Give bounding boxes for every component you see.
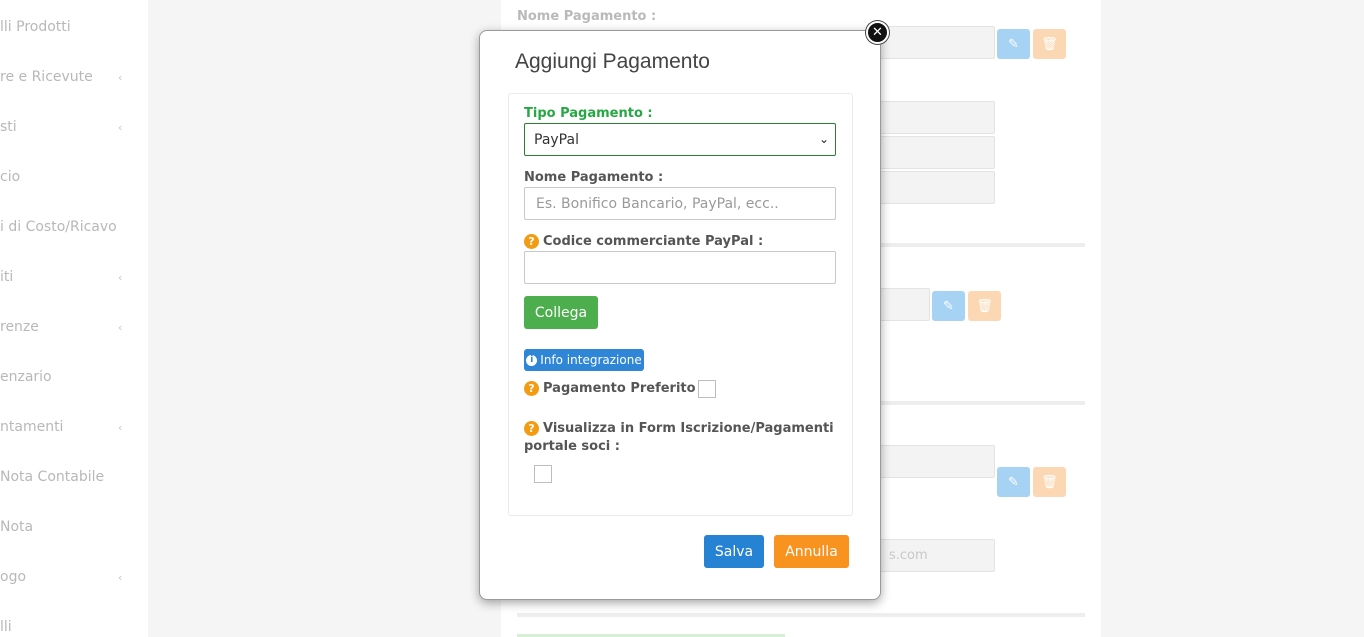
sidebar-item-prodotti[interactable]: lli Prodotti (0, 2, 148, 52)
sidebar-item-label: Nota Contabile (0, 469, 105, 485)
sidebar-item-nota-contabile[interactable]: Nota Contabile (0, 452, 148, 502)
edit-button[interactable]: ✎ (932, 291, 965, 321)
save-button[interactable]: Salva (704, 535, 764, 568)
pagamento-preferito-label: ? Pagamento Preferito : (524, 381, 705, 396)
divider (517, 613, 1085, 617)
codice-commerciante-input[interactable] (524, 251, 836, 284)
sidebar-item-nota[interactable]: Nota (0, 502, 148, 552)
pagamento-preferito-text: Pagamento Preferito : (543, 381, 706, 396)
sidebar-item-label: iti (0, 269, 14, 285)
sidebar-item-label: re e Ricevute (0, 69, 93, 85)
sidebar-item-bilancio[interactable]: cio (0, 152, 148, 202)
chevron-left-icon: ‹ (118, 320, 123, 334)
bg-input[interactable] (880, 445, 995, 478)
pagamento-preferito-checkbox[interactable] (698, 380, 716, 398)
info-icon: i (526, 354, 538, 366)
close-button[interactable]: ✕ (866, 21, 889, 44)
trash-icon: 🗑 (1041, 36, 1058, 52)
delete-button[interactable]: 🗑 (968, 291, 1001, 321)
question-icon[interactable]: ? (524, 234, 539, 249)
chevron-left-icon: ‹ (118, 120, 123, 134)
nome-pagamento-input[interactable]: Es. Bonifico Bancario, PayPal, ecc.. (524, 187, 836, 220)
sidebar-item-conferenze[interactable]: renze ‹ (0, 302, 148, 352)
question-icon[interactable]: ? (524, 421, 539, 436)
edit-button[interactable]: ✎ (997, 467, 1030, 497)
sidebar-item-label: sti (0, 119, 17, 135)
close-icon: ✕ (872, 25, 883, 40)
cancel-button[interactable]: Annulla (774, 535, 849, 568)
visualizza-form-text-line1: Visualizza in Form Iscrizione/Pagamenti (543, 421, 834, 436)
pencil-icon: ✎ (1008, 36, 1019, 52)
sidebar-item-catalogo[interactable]: ogo ‹ (0, 552, 148, 602)
bg-input[interactable] (880, 26, 995, 59)
sidebar-item-label: Nota (0, 519, 34, 535)
edit-button[interactable]: ✎ (997, 29, 1030, 59)
chevron-left-icon: ‹ (118, 70, 123, 84)
sidebar-item-label: cio (0, 169, 21, 185)
chevron-left-icon: ‹ (118, 570, 123, 584)
chevron-left-icon: ‹ (118, 270, 123, 284)
question-icon[interactable]: ? (524, 381, 539, 396)
tipo-pagamento-value: PayPal (534, 131, 579, 148)
sidebar-item-label: ogo (0, 569, 27, 585)
sidebar-item-label: lli (0, 619, 12, 635)
sidebar-item-costi[interactable]: sti ‹ (0, 102, 148, 152)
email-fragment: s.com (889, 548, 928, 563)
visualizza-form-checkbox[interactable] (534, 465, 552, 483)
codice-commerciante-text: Codice commerciante PayPal : (543, 234, 764, 249)
delete-button[interactable]: 🗑 (1033, 29, 1066, 59)
visualizza-form-text-line2: portale soci : (524, 439, 620, 454)
sidebar-item-scadenzario[interactable]: enzario (0, 352, 148, 402)
tipo-pagamento-select[interactable]: PayPal ⌄ (524, 123, 836, 156)
bg-email-input[interactable]: s.com (880, 539, 995, 572)
visualizza-form-label: ? Visualizza in Form Iscrizione/Pagament… (524, 421, 834, 436)
tipo-pagamento-label: Tipo Pagamento : (524, 106, 653, 121)
trash-icon: 🗑 (976, 298, 993, 314)
collega-button[interactable]: Collega (524, 296, 598, 329)
sidebar: lli Prodotti re e Ricevute ‹ sti ‹ cio i d… (0, 0, 148, 637)
nome-pagamento-placeholder: Es. Bonifico Bancario, PayPal, ecc.. (536, 195, 779, 212)
bg-input[interactable] (880, 136, 995, 169)
sidebar-item-label: renze (0, 319, 39, 335)
info-integrazione-text: Info integrazione (540, 353, 642, 367)
info-integrazione-badge[interactable]: i Info integrazione (524, 349, 644, 371)
bg-input[interactable] (880, 171, 995, 204)
sidebar-item-label: lli Prodotti (0, 19, 71, 35)
chevron-left-icon: ‹ (118, 420, 123, 434)
trash-icon: 🗑 (1041, 474, 1058, 490)
sidebar-item-crediti[interactable]: iti ‹ (0, 252, 148, 302)
pencil-icon: ✎ (943, 298, 954, 314)
delete-button[interactable]: 🗑 (1033, 467, 1066, 497)
chevron-down-icon: ⌄ (818, 132, 829, 146)
sidebar-item-centri-costo[interactable]: i di Costo/Ricavo (0, 202, 148, 252)
bg-input[interactable] (880, 288, 930, 321)
bg-input[interactable] (880, 101, 995, 134)
codice-commerciante-label: ? Codice commerciante PayPal : (524, 234, 763, 249)
bg-nome-pagamento-label: Nome Pagamento : (517, 9, 657, 24)
sidebar-item-last[interactable]: lli (0, 602, 148, 637)
modal-title: Aggiungi Pagamento (515, 50, 710, 73)
sidebar-item-pagamenti[interactable]: ntamenti ‹ (0, 402, 148, 452)
sidebar-item-label: i di Costo/Ricavo (0, 219, 117, 235)
sidebar-item-fatture[interactable]: re e Ricevute ‹ (0, 52, 148, 102)
pencil-icon: ✎ (1008, 474, 1019, 490)
sidebar-item-label: ntamenti (0, 419, 64, 435)
sidebar-item-label: enzario (0, 369, 52, 385)
nome-pagamento-label: Nome Pagamento : (524, 170, 664, 185)
